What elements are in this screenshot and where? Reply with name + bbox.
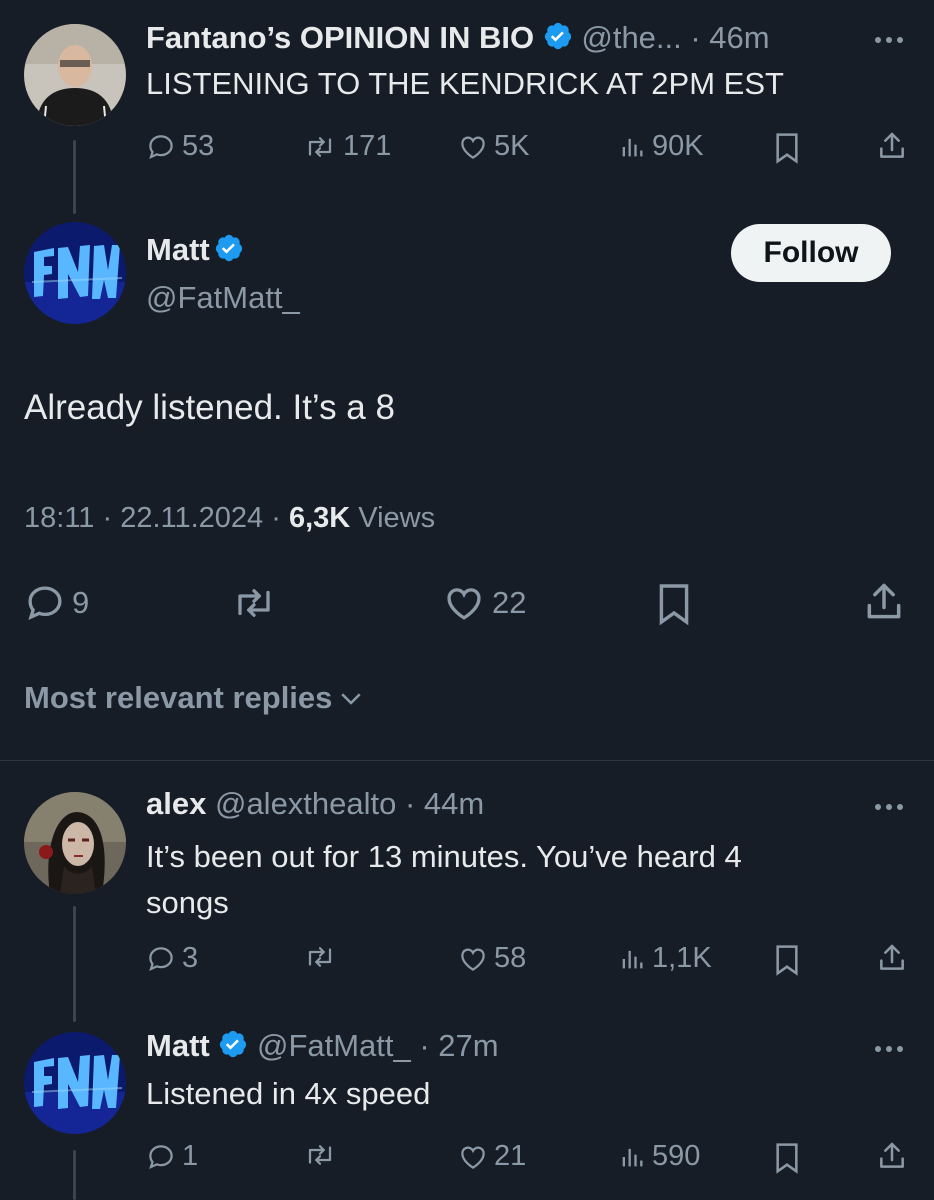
main-avatar[interactable] xyxy=(24,222,126,324)
reply1-reply-count: 3 xyxy=(182,942,199,974)
repost-icon[interactable] xyxy=(303,1140,337,1170)
main-author: Matt xyxy=(146,232,244,268)
views-icon xyxy=(622,950,643,968)
views-button[interactable]: 90K xyxy=(618,130,704,163)
reply1-text-line2: songs xyxy=(146,885,229,920)
like-icon xyxy=(461,948,485,971)
bookmark-icon[interactable] xyxy=(773,944,801,976)
like-button[interactable]: 5K xyxy=(458,130,529,163)
replies-sort-label: Most relevant replies xyxy=(24,680,333,715)
bookmark-icon[interactable] xyxy=(773,132,801,164)
reply2-display-name[interactable]: Matt xyxy=(146,1028,210,1063)
share-icon[interactable] xyxy=(876,1140,908,1172)
reply2-views-button[interactable]: 590 xyxy=(618,1140,700,1173)
parent-display-name[interactable]: Fantano’s OPINION IN BIO xyxy=(146,20,534,55)
like-icon xyxy=(461,1146,485,1169)
parent-avatar[interactable] xyxy=(24,24,126,126)
main-reply-count: 9 xyxy=(72,585,90,620)
more-options-icon[interactable] xyxy=(875,804,903,810)
reply2-views-count: 590 xyxy=(652,1140,701,1172)
reply2-header: Matt @FatMatt_ · 27m xyxy=(146,1028,499,1064)
share-icon[interactable] xyxy=(862,580,906,624)
verified-badge-icon xyxy=(220,1030,247,1058)
views-count: 90K xyxy=(652,130,704,162)
section-divider xyxy=(0,760,934,761)
reply1-text: It’s been out for 13 minutes. You’ve hea… xyxy=(146,834,742,926)
chevron-down-icon xyxy=(341,693,362,705)
reply1-reply-button[interactable]: 3 xyxy=(146,942,198,975)
reply1-handle-time[interactable]: @alexthealto · 44m xyxy=(215,786,484,821)
parent-header: Fantano’s OPINION IN BIO @the... · 46m xyxy=(146,20,770,56)
thread-line xyxy=(73,1150,76,1200)
share-icon[interactable] xyxy=(876,942,908,974)
repost-icon xyxy=(308,136,332,157)
follow-button[interactable]: Follow xyxy=(731,224,891,282)
main-views-count: 6,3K xyxy=(288,502,351,534)
parent-text: LISTENING TO THE KENDRICK AT 2PM EST xyxy=(146,66,784,101)
repost-count: 171 xyxy=(343,130,392,162)
repost-button[interactable]: 171 xyxy=(303,130,391,163)
main-like-button[interactable]: 22 xyxy=(442,582,526,624)
reply1-text-line1: It’s been out for 13 minutes. You’ve hea… xyxy=(146,839,742,874)
main-like-count: 22 xyxy=(492,585,527,620)
reply-icon xyxy=(149,1144,173,1169)
reply1-views-count: 1,1K xyxy=(652,942,712,974)
parent-handle-time[interactable]: @the... · 46m xyxy=(581,20,769,55)
replies-sort-dropdown[interactable]: Most relevant replies xyxy=(24,680,366,716)
views-icon xyxy=(622,138,643,156)
reply1-display-name[interactable]: alex xyxy=(146,786,206,821)
reply-count: 53 xyxy=(182,130,215,162)
repost-icon[interactable] xyxy=(303,942,337,972)
main-meta: 18:11 · 22.11.2024 · 6,3K Views xyxy=(24,502,435,535)
reply2-reply-count: 1 xyxy=(182,1140,199,1172)
bookmark-icon[interactable] xyxy=(773,1142,801,1174)
main-views-label: Views xyxy=(350,502,436,534)
verified-badge-icon xyxy=(544,22,571,50)
reply-icon xyxy=(28,586,62,620)
reply1-like-button[interactable]: 58 xyxy=(458,942,526,975)
repost-icon[interactable] xyxy=(230,582,278,624)
reply1-views-button[interactable]: 1,1K xyxy=(618,942,712,975)
main-reply-button[interactable]: 9 xyxy=(24,582,89,624)
share-icon[interactable] xyxy=(876,130,908,162)
thread-line xyxy=(73,140,76,214)
reply2-text: Listened in 4x speed xyxy=(146,1076,431,1111)
reply2-reply-button[interactable]: 1 xyxy=(146,1140,198,1173)
reply1-like-count: 58 xyxy=(494,942,527,974)
reply2-like-button[interactable]: 21 xyxy=(458,1140,526,1173)
views-icon xyxy=(622,1148,643,1166)
reply2-like-count: 21 xyxy=(494,1140,527,1172)
reply1-avatar[interactable] xyxy=(24,792,126,894)
reply-icon xyxy=(149,946,173,971)
reply2-handle-time[interactable]: @FatMatt_ · 27m xyxy=(257,1028,499,1063)
main-text: Already listened. It’s a 8 xyxy=(24,388,395,427)
like-icon xyxy=(461,136,485,159)
verified-badge-icon xyxy=(216,234,243,262)
reply-icon xyxy=(149,134,173,159)
like-icon xyxy=(447,588,481,620)
more-options-icon[interactable] xyxy=(875,37,903,43)
thread-line xyxy=(73,906,76,1022)
bookmark-icon[interactable] xyxy=(656,582,692,626)
more-options-icon[interactable] xyxy=(875,1046,903,1052)
like-count: 5K xyxy=(494,130,530,162)
reply-button[interactable]: 53 xyxy=(146,130,214,163)
reply1-header: alex @alexthealto · 44m xyxy=(146,786,484,822)
main-display-name[interactable]: Matt xyxy=(146,232,210,267)
main-timestamp[interactable]: 18:11 · 22.11.2024 · xyxy=(24,502,289,534)
reply2-avatar[interactable] xyxy=(24,1032,126,1134)
main-handle[interactable]: @FatMatt_ xyxy=(146,280,300,316)
